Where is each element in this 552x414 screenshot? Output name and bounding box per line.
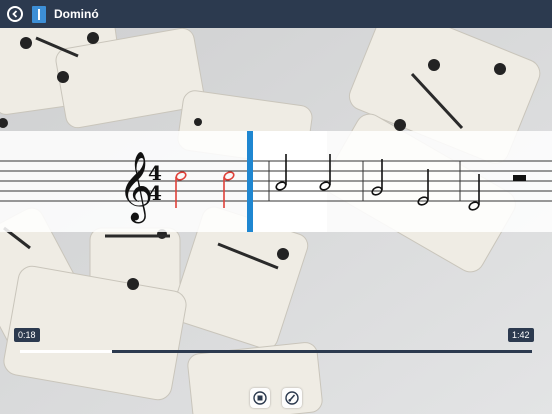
score-icon: [32, 5, 46, 23]
back-arrow-icon[interactable]: [7, 6, 23, 22]
time-signature-bottom: 4: [148, 181, 162, 205]
page-title: Dominó: [54, 7, 99, 21]
timeline-slider[interactable]: [20, 350, 532, 353]
elapsed-time: 0:18: [14, 328, 40, 342]
brush-icon: [285, 391, 299, 405]
stop-button[interactable]: [250, 388, 270, 408]
note-played: [223, 171, 235, 208]
note-played: [175, 171, 187, 208]
note: [319, 154, 331, 191]
brush-button[interactable]: [282, 388, 302, 408]
note: [275, 154, 287, 191]
music-staff: 𝄞 4 4: [0, 151, 552, 223]
timeline-progress: [20, 350, 113, 353]
stop-icon: [253, 391, 267, 405]
rest-symbol: [513, 175, 526, 181]
playback-cursor[interactable]: [247, 131, 253, 232]
note: [468, 174, 480, 211]
top-bar: Dominó: [0, 0, 552, 28]
total-time: 1:42: [508, 328, 534, 342]
